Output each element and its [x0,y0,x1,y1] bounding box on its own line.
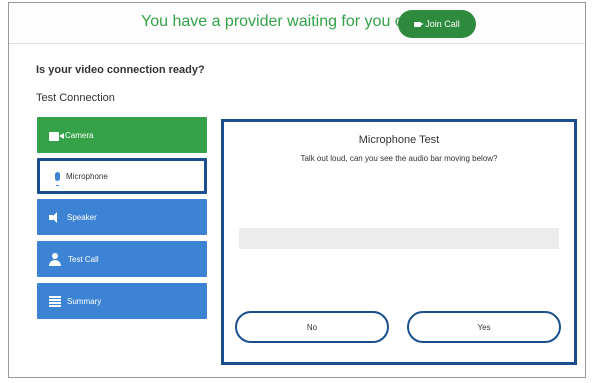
panel-title: Microphone Test [358,134,440,146]
no-button[interactable]: No [235,311,389,343]
microphone-icon [55,171,60,186]
provider-waiting-banner: You have a provider waiting for you on a… [9,3,585,44]
sidebar-item-test-call[interactable]: Test Call [37,241,207,277]
audio-level-bar [239,228,559,249]
panel-instruction: Talk out loud, can you see the audio bar… [300,154,498,163]
sidebar-item-label: Camera [65,130,94,140]
page-question: Is your video connection ready? [36,64,205,76]
sidebar-item-summary[interactable]: Summary [37,283,207,319]
sidebar-item-speaker[interactable]: Speaker [37,199,207,235]
sidebar-item-label: Speaker [67,212,97,222]
sidebar-item-label: Test Call [68,254,99,264]
sidebar-item-label: Microphone [66,171,108,181]
sidebar-item-camera[interactable]: Camera [37,117,207,153]
list-icon [49,295,61,307]
sidebar-item-microphone[interactable]: Microphone [37,158,207,194]
user-icon [49,252,62,266]
section-heading: Test Connection [36,92,115,104]
sidebar-item-label: Summary [67,296,102,306]
video-camera-icon [414,21,425,27]
yes-button[interactable]: Yes [407,311,561,343]
speaker-icon [49,211,61,223]
join-call-label: Join Call [425,19,460,29]
camera-icon [49,131,64,141]
join-call-button[interactable]: Join Call [398,10,476,38]
microphone-test-panel: Microphone Test Talk out loud, can you s… [221,119,577,365]
